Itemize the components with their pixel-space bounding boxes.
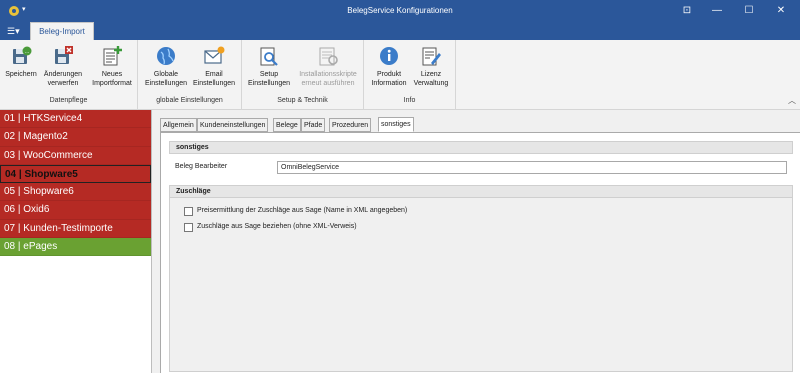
beleg-bearbeiter-label: Beleg Bearbeiter bbox=[175, 163, 228, 170]
tab-content: sonstiges Beleg Bearbeiter OmniBelegServ… bbox=[160, 132, 800, 373]
help-button[interactable]: ⊡ bbox=[672, 0, 702, 22]
tab-pfade[interactable]: Pfade bbox=[301, 118, 326, 132]
new-format-label-1: Neues bbox=[101, 71, 123, 78]
ribbon: ... Speichern Änderungen verwerfen Neues… bbox=[0, 40, 800, 110]
tab-beleg-import[interactable]: Beleg-Import bbox=[30, 22, 94, 40]
ribbon-group-info: Produkt Information Lizenz Verwaltung In… bbox=[364, 40, 456, 110]
global-settings-label-2: Einstellungen bbox=[144, 80, 188, 87]
close-button[interactable]: ✕ bbox=[766, 0, 796, 22]
ribbon-group-datenpflege: ... Speichern Änderungen verwerfen Neues… bbox=[0, 40, 138, 110]
product-info-button[interactable]: Produkt Information bbox=[368, 45, 410, 88]
discard-changes-button[interactable]: Änderungen verwerfen bbox=[40, 45, 86, 88]
tab-sonstiges[interactable]: sonstiges bbox=[378, 117, 414, 132]
email-icon bbox=[204, 46, 225, 64]
list-item-shopware5[interactable]: 04 | Shopware5 bbox=[0, 164, 151, 184]
license-management-button[interactable]: Lizenz Verwaltung bbox=[410, 45, 452, 88]
save-icon: ... bbox=[13, 46, 32, 64]
product-info-label-2: Information bbox=[371, 80, 407, 87]
beleg-bearbeiter-input[interactable]: OmniBelegService bbox=[277, 161, 787, 174]
group-label-setup-technik: Setup & Technik bbox=[277, 97, 328, 104]
save-button-label: Speichern bbox=[5, 71, 37, 78]
license-label-1: Lizenz bbox=[420, 71, 442, 78]
setup-settings-button[interactable]: Setup Einstellungen bbox=[244, 45, 294, 88]
ribbon-group-globale-einstellungen: Globale Einstellungen Email Einstellunge… bbox=[138, 40, 242, 110]
discard-label-1: Änderungen bbox=[43, 71, 83, 78]
globe-icon bbox=[157, 47, 175, 65]
script-icon bbox=[319, 47, 338, 66]
tab-allgemein[interactable]: Allgemein bbox=[160, 118, 197, 132]
checkbox-row-preisermittlung[interactable]: Preisermittlung der Zuschläge aus Sage (… bbox=[184, 206, 407, 216]
list-item-shopware6[interactable]: 05 | Shopware6 bbox=[0, 183, 151, 202]
list-item-magento2[interactable]: 02 | Magento2 bbox=[0, 128, 151, 147]
maximize-button[interactable]: ☐ bbox=[734, 0, 764, 22]
checkbox-row-zuschlaege-beziehen[interactable]: Zuschläge aus Sage beziehen (ohne XML-Ve… bbox=[184, 222, 357, 232]
tab-prozeduren[interactable]: Prozeduren bbox=[329, 118, 372, 132]
list-item-woocommerce[interactable]: 03 | WooCommerce bbox=[0, 146, 151, 165]
email-settings-label-2: Einstellungen bbox=[192, 80, 236, 87]
detail-area: Allgemein Kundeneinstellungen Belege Pfa… bbox=[152, 110, 800, 373]
list-item-epages[interactable]: 08 | ePages bbox=[0, 238, 151, 257]
global-settings-label-1: Globale bbox=[153, 71, 179, 78]
new-format-icon bbox=[103, 46, 122, 66]
license-label-2: Verwaltung bbox=[413, 80, 449, 87]
setup-label-2: Einstellungen bbox=[247, 80, 291, 87]
collapse-ribbon-icon[interactable]: ︿ bbox=[788, 95, 796, 106]
global-settings-button[interactable]: Globale Einstellungen bbox=[142, 45, 190, 88]
zuschlaege-beziehen-label: Zuschläge aus Sage beziehen (ohne XML-Ve… bbox=[197, 223, 357, 230]
discard-label-2: verwerfen bbox=[47, 80, 79, 87]
list-item-htkservice4[interactable]: 01 | HTKService4 bbox=[0, 110, 151, 129]
preisermittlung-label: Preisermittlung der Zuschläge aus Sage (… bbox=[197, 207, 408, 214]
group-label-globale-einstellungen: globale Einstellungen bbox=[156, 97, 223, 104]
title-bar: ▾ BelegService Konfigurationen ⊡ — ☐ ✕ bbox=[0, 0, 800, 22]
section-header-zuschlaege: Zuschläge bbox=[169, 185, 793, 198]
new-import-format-button[interactable]: Neues Importformat bbox=[88, 45, 136, 88]
ribbon-tab-row: ☰▾ Beleg-Import bbox=[0, 22, 800, 40]
list-item-kunden-testimporte[interactable]: 07 | Kunden-Testimporte bbox=[0, 219, 151, 239]
section-header-sonstiges: sonstiges bbox=[169, 141, 793, 154]
license-icon bbox=[422, 47, 441, 66]
email-settings-label-1: Email bbox=[205, 71, 223, 78]
setup-label-1: Setup bbox=[259, 71, 279, 78]
ribbon-group-setup-technik: Setup Einstellungen Installationsskripte… bbox=[242, 40, 364, 110]
tab-kundeneinstellungen[interactable]: Kundeneinstellungen bbox=[197, 118, 269, 132]
new-format-label-2: Importformat bbox=[92, 80, 132, 87]
zuschlaege-beziehen-checkbox[interactable] bbox=[184, 222, 193, 232]
scripts-label-2: erneut ausführen bbox=[301, 80, 355, 87]
setup-icon bbox=[260, 47, 278, 66]
group-label-info: Info bbox=[403, 97, 416, 104]
scripts-label-1: Installationsskripte bbox=[299, 71, 357, 78]
tab-belege[interactable]: Belege bbox=[273, 118, 301, 132]
application-menu-button[interactable]: ☰▾ bbox=[7, 25, 25, 37]
save-button[interactable]: ... Speichern bbox=[2, 45, 40, 79]
group-label-datenpflege: Datenpflege bbox=[49, 97, 88, 104]
preisermittlung-checkbox[interactable] bbox=[184, 206, 193, 216]
email-settings-button[interactable]: Email Einstellungen bbox=[190, 45, 238, 88]
zuschlaege-panel: Preisermittlung der Zuschläge aus Sage (… bbox=[169, 198, 793, 372]
list-item-oxid6[interactable]: 06 | Oxid6 bbox=[0, 201, 151, 220]
info-icon bbox=[380, 47, 398, 65]
minimize-button[interactable]: — bbox=[702, 0, 732, 22]
discard-icon bbox=[55, 46, 73, 64]
rerun-install-scripts-button[interactable]: Installationsskripte erneut ausführen bbox=[294, 45, 362, 88]
product-info-label-1: Produkt bbox=[376, 71, 402, 78]
svg-text:...: ... bbox=[25, 49, 30, 55]
shop-list: 01 | HTKService4 02 | Magento2 03 | WooC… bbox=[0, 110, 152, 373]
